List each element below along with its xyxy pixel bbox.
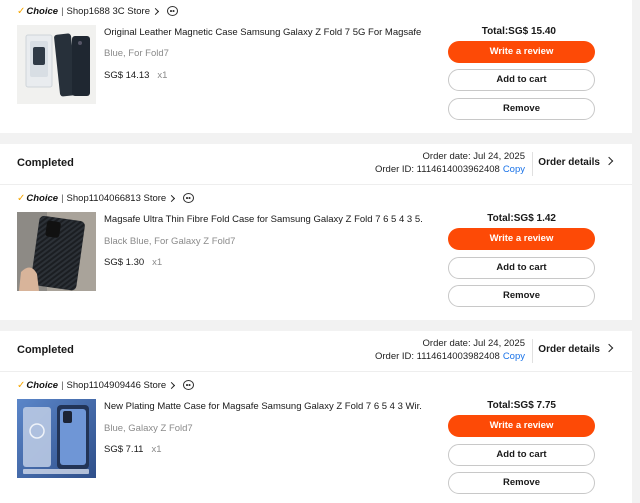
store-name: Shop1104066813 Store [66, 192, 167, 204]
order-total: Total:SG$ 1.42 [487, 213, 556, 224]
product-price: SG$ 7.11 [104, 444, 144, 455]
product-image[interactable] [17, 399, 96, 478]
order-id: Order ID: 1114614003982408 [374, 351, 500, 362]
order-status: Completed [17, 157, 74, 169]
product-title[interactable]: Original Leather Magnetic Case Samsung G… [104, 27, 422, 38]
order-meta: Order date: Jul 24, 2025 Order ID: 11146… [375, 150, 525, 176]
write-review-button[interactable]: Write a review [448, 415, 595, 437]
order-status: Completed [17, 344, 74, 356]
order-details-label: Order details [538, 344, 600, 355]
chat-icon[interactable] [183, 380, 195, 390]
product-qty: x1 [151, 444, 162, 455]
product-image-art [17, 399, 96, 478]
product-price: SG$ 14.13 [104, 70, 150, 81]
chevron-right-icon [168, 381, 176, 389]
check-icon: ✓ [17, 379, 26, 391]
product-variant: Black Blue, For Galaxy Z Fold7 [104, 236, 236, 247]
remove-button[interactable]: Remove [448, 472, 595, 494]
product-qty: x1 [152, 257, 163, 268]
order-card-1: ✓ Choice | Shop1688 3C Store Original Lea… [0, 0, 632, 133]
divider [532, 339, 533, 363]
order-id: Order ID: 1114614003962408 [374, 164, 500, 175]
divider [532, 152, 533, 176]
order-header: Completed Order date: Jul 24, 2025 Order… [0, 144, 632, 185]
order-date: Order date: Jul 24, 2025 [422, 338, 525, 349]
chevron-right-icon [168, 194, 176, 202]
remove-button[interactable]: Remove [448, 285, 595, 307]
store-row: ✓ Choice | Shop1688 3C Store [17, 4, 178, 18]
product-title[interactable]: Magsafe Ultra Thin Fibre Fold Case for S… [104, 214, 422, 225]
product-image[interactable] [17, 25, 96, 104]
divider: | [61, 5, 64, 17]
store-row: ✓ Choice | Shop1104066813 Store [17, 191, 195, 205]
product-image-art [17, 212, 96, 291]
order-meta: Order date: Jul 24, 2025 Order ID: 11146… [375, 337, 525, 363]
product-variant: Blue, Galaxy Z Fold7 [104, 423, 193, 434]
write-review-button[interactable]: Write a review [448, 41, 595, 63]
choice-label: Choice [26, 192, 59, 204]
product-price: SG$ 1.30 [104, 257, 145, 268]
order-details-link[interactable]: Order details [538, 156, 614, 168]
chat-icon[interactable] [183, 193, 195, 203]
order-header: Completed Order date: Jul 24, 2025 Order… [0, 331, 632, 372]
store-row: ✓ Choice | Shop1104909446 Store [17, 378, 195, 392]
product-price-row: SG$ 14.13 x1 [104, 70, 167, 81]
add-to-cart-button[interactable]: Add to cart [448, 69, 595, 91]
choice-badge: ✓ Choice [17, 6, 58, 17]
order-id-row: Order ID: 1114614003962408 Copy [375, 163, 525, 176]
check-icon: ✓ [17, 192, 26, 204]
product-image-art [17, 25, 96, 104]
product-image[interactable] [17, 212, 96, 291]
product-title[interactable]: New Plating Matte Case for Magsafe Samsu… [104, 401, 422, 412]
choice-label: Choice [26, 379, 59, 391]
order-total: Total:SG$ 15.40 [481, 26, 556, 37]
copy-button[interactable]: Copy [503, 351, 525, 362]
order-total: Total:SG$ 7.75 [487, 400, 556, 411]
divider: | [61, 379, 64, 391]
choice-badge: ✓ Choice [17, 193, 58, 204]
order-details-link[interactable]: Order details [538, 343, 614, 355]
add-to-cart-button[interactable]: Add to cart [448, 257, 595, 279]
chevron-right-icon [151, 7, 160, 15]
product-qty: x1 [157, 70, 168, 81]
chevron-right-icon [604, 156, 614, 166]
order-details-label: Order details [538, 157, 600, 168]
divider: | [61, 192, 64, 204]
order-card-2: Completed Order date: Jul 24, 2025 Order… [0, 144, 632, 320]
order-date: Order date: Jul 24, 2025 [422, 151, 525, 162]
choice-label: Choice [26, 5, 59, 17]
write-review-button[interactable]: Write a review [448, 228, 595, 250]
product-variant: Blue, For Fold7 [104, 48, 169, 59]
store-link[interactable]: Shop1104909446 Store [66, 379, 176, 391]
copy-button[interactable]: Copy [503, 164, 525, 175]
add-to-cart-button[interactable]: Add to cart [448, 444, 595, 466]
check-icon: ✓ [17, 5, 26, 17]
remove-button[interactable]: Remove [448, 98, 595, 120]
chat-icon[interactable] [167, 6, 178, 16]
order-card-3: Completed Order date: Jul 24, 2025 Order… [0, 331, 632, 503]
chevron-right-icon [604, 343, 614, 353]
product-price-row: SG$ 7.11 x1 [104, 444, 161, 455]
store-name: Shop1104909446 Store [66, 379, 167, 391]
store-link[interactable]: Shop1104066813 Store [66, 192, 176, 204]
store-name: Shop1688 3C Store [66, 5, 150, 17]
order-id-row: Order ID: 1114614003982408 Copy [375, 350, 525, 363]
store-link[interactable]: Shop1688 3C Store [66, 5, 160, 17]
choice-badge: ✓ Choice [17, 380, 58, 391]
product-price-row: SG$ 1.30 x1 [104, 257, 162, 268]
